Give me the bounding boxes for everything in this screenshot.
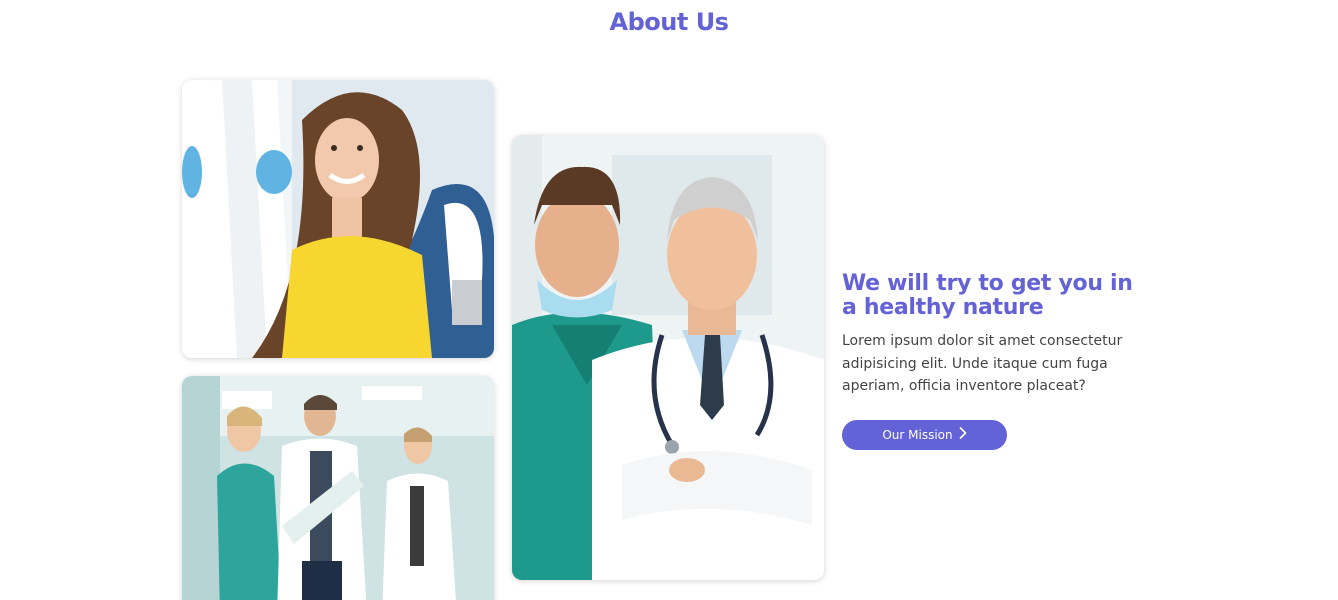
dental-patient-photo [182, 80, 494, 358]
section-title: About Us [609, 8, 729, 36]
about-section: About Us We will try to get you in a hea… [0, 0, 1338, 600]
doctors-photo [512, 135, 824, 580]
about-content: We will try to get you in a healthy natu… [842, 272, 1142, 450]
chevron-right-icon [959, 427, 967, 442]
our-mission-label: Our Mission [882, 427, 953, 442]
headline: We will try to get you in a healthy natu… [842, 271, 1133, 320]
body-text: Lorem ipsum dolor sit amet consectetur a… [842, 333, 1123, 394]
medical-team-photo [182, 376, 494, 600]
our-mission-button[interactable]: Our Mission [842, 419, 1007, 450]
